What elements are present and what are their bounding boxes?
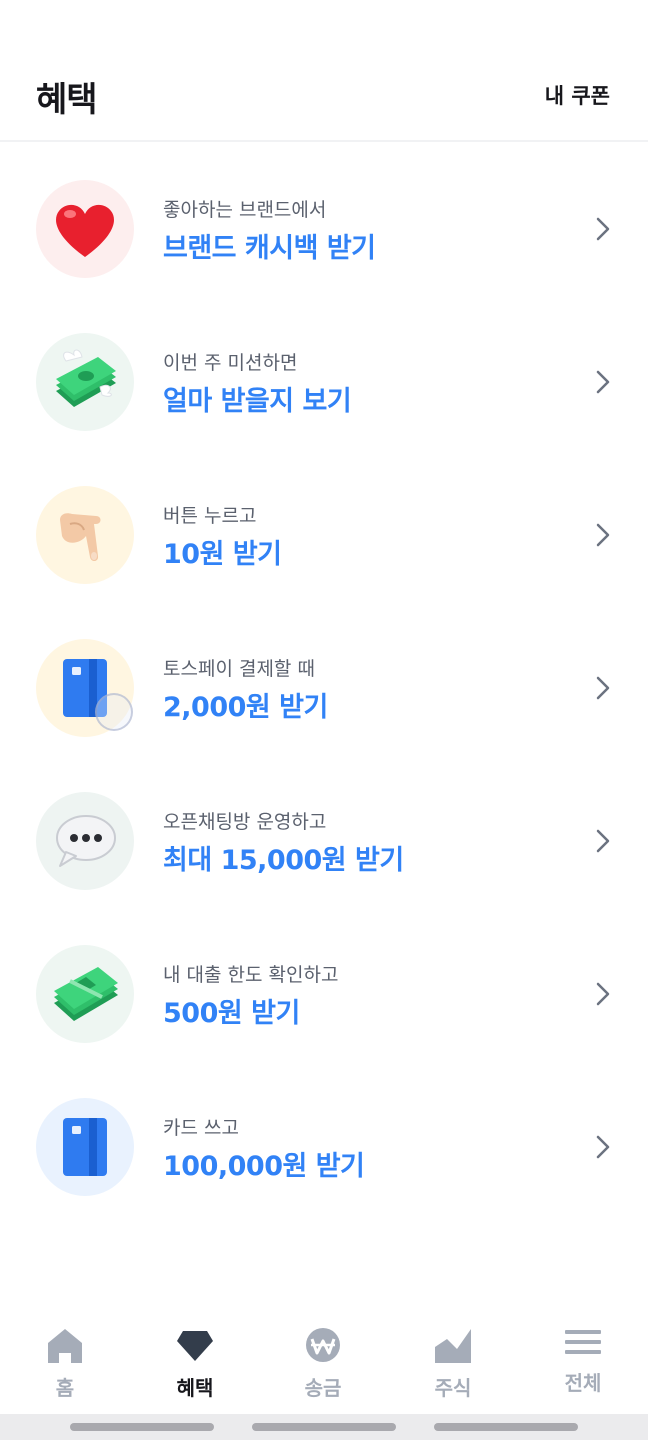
benefit-title: 브랜드 캐시백 받기 <box>163 233 376 264</box>
benefit-subtitle: 이번 주 미션하면 <box>163 352 298 374</box>
tab-label: 혜택 <box>176 1376 214 1400</box>
benefit-item-weekly-mission[interactable]: 이번 주 미션하면 얼마 받을지 보기 <box>0 306 648 459</box>
tab-stocks[interactable]: 주식 <box>403 1310 503 1414</box>
chevron-right-icon <box>596 1135 610 1159</box>
nav-pill[interactable] <box>252 1423 396 1431</box>
gem-icon <box>177 1331 213 1361</box>
benefit-subtitle: 좋아하는 브랜드에서 <box>163 199 327 221</box>
chart-icon <box>435 1329 471 1363</box>
header: 혜택 내 쿠폰 <box>0 0 648 142</box>
benefit-item-brand-cashback[interactable]: 좋아하는 브랜드에서 브랜드 캐시백 받기 <box>0 153 648 306</box>
won-coin-icon <box>306 1328 340 1362</box>
money-stack-icon <box>54 967 118 1021</box>
pointing-hand-icon <box>60 513 101 562</box>
benefit-subtitle: 버튼 누르고 <box>163 505 257 527</box>
benefit-icon-circle <box>36 333 134 431</box>
winged-money-icon <box>56 349 116 407</box>
benefit-title: 500원 받기 <box>163 998 300 1029</box>
chevron-right-icon <box>596 829 610 853</box>
benefit-item-use-card[interactable]: 카드 쓰고 100,000원 받기 <box>0 1071 648 1224</box>
bottom-tab-bar: 홈 혜택 송금 주식 전체 <box>0 1310 648 1414</box>
benefit-item-toss-pay[interactable]: 토스페이 결제할 때 2,000원 받기 <box>0 612 648 765</box>
benefit-item-press-button[interactable]: 버튼 누르고 10원 받기 <box>0 459 648 612</box>
benefit-title: 얼마 받을지 보기 <box>163 386 352 417</box>
chevron-right-icon <box>596 523 610 547</box>
benefit-item-open-chat[interactable]: 오픈채팅방 운영하고 최대 15,000원 받기 <box>0 765 648 918</box>
benefit-subtitle: 카드 쓰고 <box>163 1117 239 1139</box>
tab-label: 전체 <box>564 1371 602 1395</box>
tab-benefits[interactable]: 혜택 <box>145 1310 245 1414</box>
benefit-icon-circle <box>36 945 134 1043</box>
home-icon <box>48 1329 82 1363</box>
benefit-icon-circle <box>36 486 134 584</box>
nav-pill[interactable] <box>70 1423 214 1431</box>
chevron-right-icon <box>596 370 610 394</box>
system-navigation-bar <box>0 1414 648 1440</box>
benefit-list: 좋아하는 브랜드에서 브랜드 캐시백 받기 이번 주 미션하면 얼마 받을지 보… <box>0 153 648 1224</box>
chevron-right-icon <box>596 982 610 1006</box>
page-title: 혜택 <box>36 80 98 120</box>
benefit-title: 2,000원 받기 <box>163 692 328 723</box>
benefit-title: 100,000원 받기 <box>163 1151 365 1182</box>
benefit-icon-circle <box>36 1098 134 1196</box>
chevron-right-icon <box>596 217 610 241</box>
tab-label: 홈 <box>55 1376 75 1400</box>
benefit-item-loan-limit[interactable]: 내 대출 한도 확인하고 500원 받기 <box>0 918 648 1071</box>
benefit-icon-circle <box>36 180 134 278</box>
heart-icon <box>56 204 114 257</box>
nav-pill[interactable] <box>434 1423 578 1431</box>
tab-label: 주식 <box>434 1376 472 1400</box>
benefit-subtitle: 토스페이 결제할 때 <box>163 658 315 680</box>
benefit-icon-circle <box>36 792 134 890</box>
benefit-title: 최대 15,000원 받기 <box>163 845 404 876</box>
benefit-subtitle: 오픈채팅방 운영하고 <box>163 811 327 833</box>
card-icon <box>63 1118 107 1176</box>
speech-bubble-icon <box>56 815 116 867</box>
menu-icon <box>565 1330 601 1354</box>
benefit-subtitle: 내 대출 한도 확인하고 <box>163 964 339 986</box>
tab-label: 송금 <box>304 1376 342 1400</box>
touch-indicator <box>95 693 133 731</box>
benefit-title: 10원 받기 <box>163 539 282 570</box>
tab-all[interactable]: 전체 <box>533 1310 633 1414</box>
tab-home[interactable]: 홈 <box>15 1310 115 1414</box>
my-coupon-button[interactable]: 내 쿠폰 <box>545 80 610 110</box>
tab-transfer[interactable]: 송금 <box>273 1310 373 1414</box>
chevron-right-icon <box>596 676 610 700</box>
